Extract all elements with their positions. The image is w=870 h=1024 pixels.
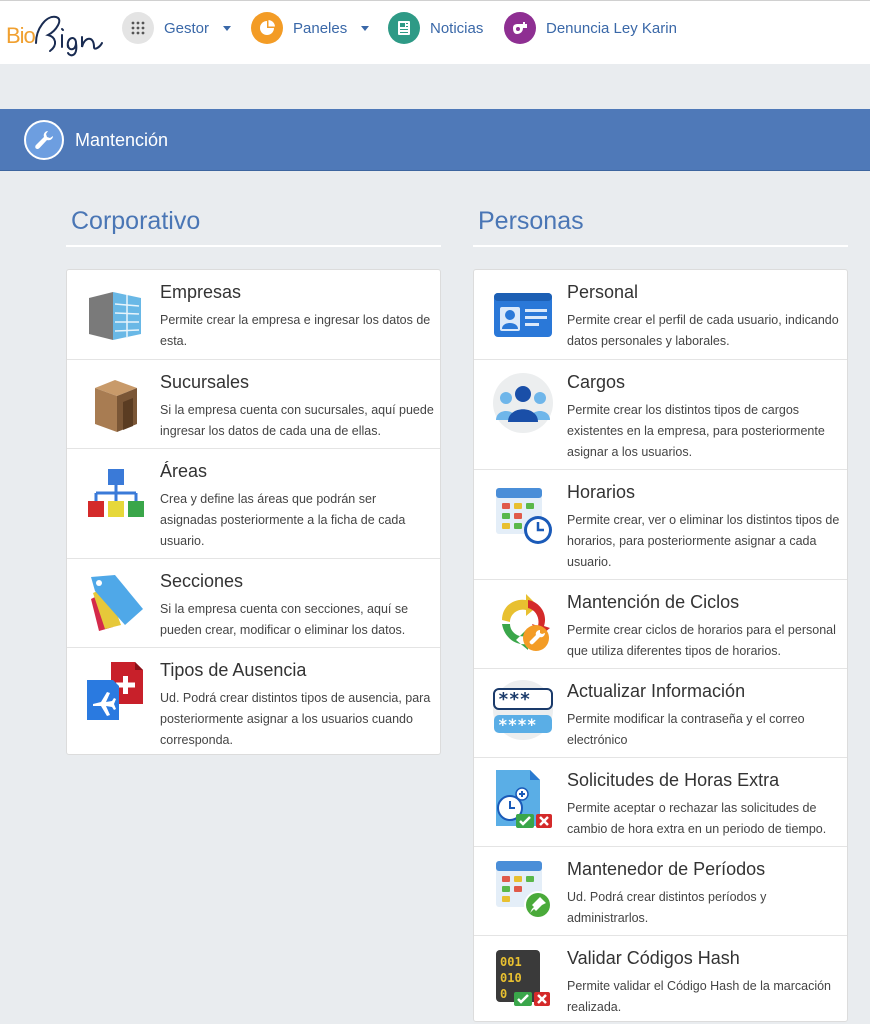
calendar-clock-icon xyxy=(492,484,554,546)
list-item-mantenedor-periodos[interactable]: Mantenedor de Períodos Ud. Podrá crear d… xyxy=(474,846,847,935)
list-item-mantencion-ciclos[interactable]: Mantención de Ciclos Permite crear ciclo… xyxy=(474,579,847,668)
svg-text:***: *** xyxy=(498,689,531,710)
grid-icon xyxy=(122,12,154,44)
overtime-icon xyxy=(492,768,554,830)
chevron-down-icon xyxy=(223,25,232,31)
binary-icon: 001 010 0 xyxy=(492,948,554,1010)
list-item-desc: Crea y define las áreas que podrán ser a… xyxy=(160,492,406,548)
personas-card: Personal Permite crear el perfil de cada… xyxy=(473,269,848,1022)
list-item-secciones[interactable]: Secciones Si la empresa cuenta con secci… xyxy=(67,558,440,647)
password-icon: *** **** xyxy=(492,679,554,741)
list-item-desc: Permite modificar la contraseña y el cor… xyxy=(567,712,805,747)
store-icon xyxy=(85,374,147,436)
banner-title: Mantención xyxy=(75,130,169,150)
wrench-icon xyxy=(24,120,64,160)
list-item-horarios[interactable]: Horarios Permite crear, ver o eliminar l… xyxy=(474,469,847,579)
list-item-empresas[interactable]: Empresas Permite crear la empresa e ingr… xyxy=(67,270,440,359)
svg-text:010: 010 xyxy=(500,971,522,985)
list-item-desc: Ud. Podrá crear distintos períodos y adm… xyxy=(567,890,767,925)
list-item-validar-codigos-hash[interactable]: 001 010 0 Validar Códigos Hash Permite val… xyxy=(474,935,847,1022)
list-item-personal[interactable]: Personal Permite crear el perfil de cada… xyxy=(474,270,847,359)
list-item-desc: Permite aceptar o rechazar las solicitud… xyxy=(567,801,827,836)
personas-heading: Personas xyxy=(478,207,584,235)
building-icon xyxy=(85,282,147,344)
list-item-actualizar-informacion[interactable]: *** **** Actualizar Información Permite … xyxy=(474,668,847,757)
pie-chart-icon xyxy=(251,12,283,44)
svg-text:0: 0 xyxy=(500,987,507,1001)
nav-paneles-label: Paneles xyxy=(293,19,348,37)
corporativo-heading: Corporativo xyxy=(71,207,201,235)
newspaper-icon xyxy=(388,12,420,44)
nav-denuncia-label: Denuncia Ley Karin xyxy=(546,19,677,37)
list-item-solicitudes-horas-extra[interactable]: Solicitudes de Horas Extra Permite acept… xyxy=(474,757,847,846)
cycle-icon xyxy=(492,592,554,654)
list-item-title: Áreas xyxy=(160,461,208,481)
personas-divider xyxy=(473,245,848,247)
list-item-title: Personal xyxy=(567,282,639,302)
id-card-icon xyxy=(492,283,554,345)
list-item-title: Validar Códigos Hash xyxy=(567,948,740,968)
nav-gestor[interactable]: Gestor xyxy=(122,12,232,44)
nav-paneles[interactable]: Paneles xyxy=(251,12,370,44)
list-item-desc: Ud. Podrá crear distintos tipos de ausen… xyxy=(160,691,431,747)
list-item-title: Mantenedor de Períodos xyxy=(567,859,766,879)
list-item-title: Solicitudes de Horas Extra xyxy=(567,770,780,790)
list-item-title: Mantención de Ciclos xyxy=(567,592,740,612)
list-item-title: Cargos xyxy=(567,372,626,392)
list-item-sucursales[interactable]: Sucursales Si la empresa cuenta con sucu… xyxy=(67,359,440,448)
users-icon xyxy=(492,372,554,434)
list-item-desc: Permite crear el perfil de cada usuario,… xyxy=(567,313,839,348)
corporativo-divider xyxy=(66,245,441,247)
nav-denuncia[interactable]: Denuncia Ley Karin xyxy=(504,12,677,44)
list-item-title: Horarios xyxy=(567,482,636,502)
list-item-title: Empresas xyxy=(160,282,242,302)
org-chart-icon xyxy=(85,467,147,529)
chevron-down-icon xyxy=(361,25,370,31)
list-item-desc: Permite crear, ver o eliminar los distin… xyxy=(567,513,840,569)
nav-noticias[interactable]: Noticias xyxy=(388,12,483,44)
list-item-desc: Permite crear los distintos tipos de car… xyxy=(567,403,825,459)
calendar-pin-icon xyxy=(492,859,554,921)
svg-text:****: **** xyxy=(498,715,537,734)
nav-gestor-label: Gestor xyxy=(164,19,210,37)
corporativo-card: Empresas Permite crear la empresa e ingr… xyxy=(66,269,441,755)
list-item-title: Tipos de Ausencia xyxy=(160,660,307,680)
nav-noticias-label: Noticias xyxy=(430,19,484,37)
tags-icon xyxy=(85,571,147,633)
biosign-logo[interactable]: Bio xyxy=(6,7,106,57)
list-item-title: Actualizar Información xyxy=(567,681,746,701)
section-banner: Mantención xyxy=(0,109,870,171)
absence-icon xyxy=(85,660,147,722)
list-item-desc: Permite validar el Código Hash de la mar… xyxy=(567,979,832,1014)
logo-signature-icon xyxy=(35,15,103,57)
list-item-desc: Si la empresa cuenta con sucursales, aqu… xyxy=(160,403,434,438)
list-item-tipos-ausencia[interactable]: Tipos de Ausencia Ud. Podrá crear distin… xyxy=(67,647,440,755)
list-item-desc: Si la empresa cuenta con secciones, aquí… xyxy=(160,602,409,637)
list-item-areas[interactable]: Áreas Crea y define las áreas que podrán… xyxy=(67,448,440,558)
list-item-cargos[interactable]: Cargos Permite crear los distintos tipos… xyxy=(474,359,847,469)
list-item-desc: Permite crear la empresa e ingresar los … xyxy=(160,313,431,348)
list-item-title: Sucursales xyxy=(160,372,250,392)
whistle-icon xyxy=(504,12,536,44)
svg-text:001: 001 xyxy=(500,955,522,969)
list-item-desc: Permite crear ciclos de horarios para el… xyxy=(567,623,836,658)
list-item-title: Secciones xyxy=(160,571,244,591)
top-navbar: Bio Gestor Paneles Noticias Denuncia Ley… xyxy=(0,0,870,64)
